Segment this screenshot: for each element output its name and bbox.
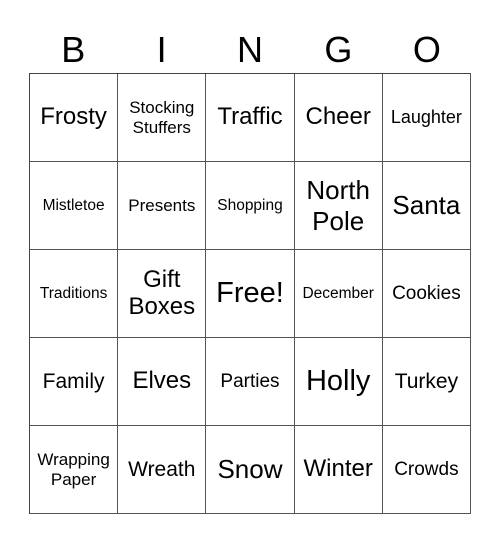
bingo-cell[interactable]: Crowds [382, 426, 471, 514]
bingo-cell[interactable]: Santa [382, 162, 471, 250]
cell-text: North Pole [306, 174, 370, 236]
cell-text: Gift Boxes [128, 265, 196, 320]
bingo-cell[interactable]: Turkey [382, 338, 471, 426]
bingo-cell[interactable]: Presents [118, 162, 207, 250]
bingo-cell[interactable]: Traditions [30, 250, 119, 338]
header-letter-b: B [61, 29, 86, 70]
bingo-cell[interactable]: Cookies [382, 250, 471, 338]
bingo-cell[interactable]: December [294, 250, 383, 338]
bingo-cell[interactable]: Traffic [206, 74, 295, 162]
bingo-cell[interactable]: Winter [294, 426, 383, 514]
header-letter-o: O [412, 29, 441, 70]
bingo-cell[interactable]: Shopping [206, 162, 295, 250]
bingo-cell[interactable]: Elves [118, 338, 207, 426]
bingo-cell[interactable]: Frosty [30, 74, 119, 162]
bingo-header: B I N G O [29, 28, 471, 72]
bingo-cell[interactable]: Mistletoe [30, 162, 119, 250]
cell-text: Wrapping Paper [37, 450, 110, 489]
bingo-cell[interactable]: Stocking Stuffers [118, 74, 207, 162]
bingo-cell[interactable]: North Pole [294, 162, 383, 250]
bingo-cell[interactable]: Laughter [382, 74, 471, 162]
header-letter-n: N [237, 29, 264, 70]
header-letter-i: I [156, 29, 167, 70]
header-letter-g: G [324, 29, 353, 70]
bingo-cell[interactable]: Wreath [118, 426, 207, 514]
bingo-cell[interactable]: Wrapping Paper [30, 426, 119, 514]
bingo-grid: Frosty Stocking Stuffers Traffic Cheer La… [29, 73, 471, 514]
free-space-cell[interactable]: Free! [206, 250, 295, 338]
bingo-cell[interactable]: Cheer [294, 74, 383, 162]
bingo-cell[interactable]: Snow [206, 426, 295, 514]
cell-text: Stocking Stuffers [129, 98, 195, 137]
bingo-cell[interactable]: Family [30, 338, 119, 426]
bingo-cell[interactable]: Parties [206, 338, 295, 426]
bingo-cell[interactable]: Gift Boxes [118, 250, 207, 338]
bingo-cell[interactable]: Holly [294, 338, 383, 426]
